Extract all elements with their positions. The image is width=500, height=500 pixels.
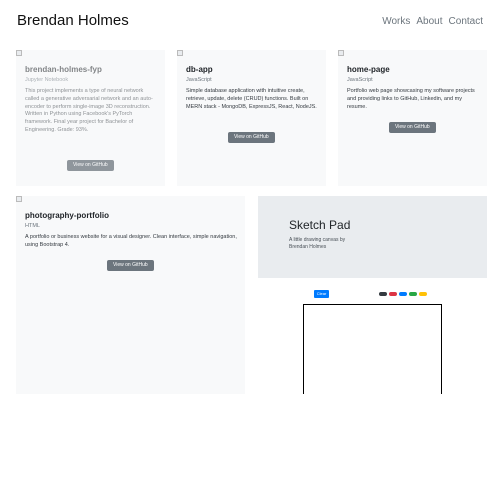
broken-image-icon bbox=[338, 50, 344, 56]
project-language: HTML bbox=[25, 223, 40, 229]
sketchpad-title: Sketch Pad bbox=[289, 218, 351, 232]
view-on-github-button[interactable]: View on GitHub bbox=[107, 260, 154, 271]
clear-button[interactable]: Clear bbox=[314, 290, 329, 298]
project-description: Simple database application with intuiti… bbox=[186, 88, 317, 110]
project-description: A portfolio or business website for a vi… bbox=[25, 234, 237, 248]
view-on-github-button[interactable]: View on GitHub bbox=[67, 160, 114, 171]
project-card-brendan-holmes-fyp: brendan-holmes-fyp Jupyter Notebook This… bbox=[16, 50, 165, 186]
view-on-github-button[interactable]: View on GitHub bbox=[228, 132, 275, 143]
project-card-db-app: db-app JavaScript Simple database applic… bbox=[177, 50, 326, 186]
color-swatch-yellow[interactable] bbox=[419, 292, 427, 296]
project-title: home-page bbox=[347, 65, 390, 74]
color-swatch-black[interactable] bbox=[379, 292, 387, 296]
broken-image-icon bbox=[16, 50, 22, 56]
project-title: brendan-holmes-fyp bbox=[25, 65, 102, 74]
color-swatch-green[interactable] bbox=[409, 292, 417, 296]
site-brand[interactable]: Brendan Holmes bbox=[17, 12, 129, 29]
drawing-canvas[interactable] bbox=[303, 304, 442, 394]
sketchpad-header: Sketch Pad A little drawing canvas by Br… bbox=[258, 196, 487, 278]
project-language: JavaScript bbox=[186, 77, 212, 83]
project-language: JavaScript bbox=[347, 77, 373, 83]
sketchpad-subtitle: A little drawing canvas by Brendan Holme… bbox=[289, 237, 346, 250]
color-swatch-red[interactable] bbox=[389, 292, 397, 296]
project-card-home-page: home-page JavaScript Portfolio web page … bbox=[338, 50, 487, 186]
project-title: db-app bbox=[186, 65, 213, 74]
project-card-photography-portfolio: photography-portfolio HTML A portfolio o… bbox=[16, 196, 245, 394]
nav-about[interactable]: About bbox=[416, 16, 442, 27]
nav-works[interactable]: Works bbox=[382, 16, 410, 27]
project-title: photography-portfolio bbox=[25, 211, 109, 220]
color-swatch-blue[interactable] bbox=[399, 292, 407, 296]
broken-image-icon bbox=[16, 196, 22, 202]
broken-image-icon bbox=[177, 50, 183, 56]
project-language: Jupyter Notebook bbox=[25, 77, 69, 83]
view-on-github-button[interactable]: View on GitHub bbox=[389, 122, 436, 133]
project-description: Portfolio web page showcasing my softwar… bbox=[347, 88, 475, 110]
nav-contact[interactable]: Contact bbox=[449, 16, 483, 27]
main-nav: Works About Contact bbox=[382, 16, 483, 27]
project-description: This project implements a type of neural… bbox=[25, 88, 153, 133]
